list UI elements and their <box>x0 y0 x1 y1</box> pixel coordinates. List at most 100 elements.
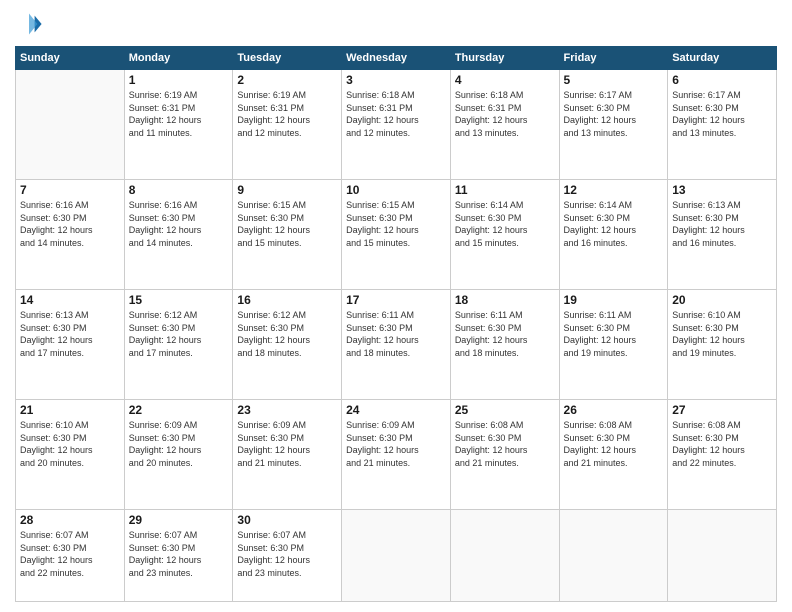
calendar-cell: 2Sunrise: 6:19 AMSunset: 6:31 PMDaylight… <box>233 70 342 180</box>
day-info: Sunrise: 6:12 AMSunset: 6:30 PMDaylight:… <box>237 309 337 359</box>
day-number: 18 <box>455 293 555 307</box>
day-info: Sunrise: 6:10 AMSunset: 6:30 PMDaylight:… <box>672 309 772 359</box>
day-number: 12 <box>564 183 664 197</box>
calendar-cell: 21Sunrise: 6:10 AMSunset: 6:30 PMDayligh… <box>16 400 125 510</box>
day-info: Sunrise: 6:11 AMSunset: 6:30 PMDaylight:… <box>455 309 555 359</box>
day-number: 14 <box>20 293 120 307</box>
calendar-cell: 17Sunrise: 6:11 AMSunset: 6:30 PMDayligh… <box>342 290 451 400</box>
calendar-cell: 11 Sunrise: 6:14 AMSunset: 6:30 PMDayligh… <box>450 180 559 290</box>
calendar-cell <box>450 510 559 602</box>
header <box>15 10 777 38</box>
day-number: 16 <box>237 293 337 307</box>
day-info: Sunrise: 6:16 AMSunset: 6:30 PMDaylight:… <box>129 199 229 249</box>
day-info: Sunrise: 6:07 AMSunset: 6:30 PMDaylight:… <box>20 529 120 579</box>
day-info: Sunrise: 6:07 AMSunset: 6:30 PMDaylight:… <box>237 529 337 579</box>
day-number: 4 <box>455 73 555 87</box>
weekday-header-wednesday: Wednesday <box>342 47 451 70</box>
day-info: Sunrise: 6:15 AMSunset: 6:30 PMDaylight:… <box>346 199 446 249</box>
day-info: Sunrise: 6:11 AMSunset: 6:30 PMDaylight:… <box>346 309 446 359</box>
weekday-header-row: SundayMondayTuesdayWednesdayThursdayFrid… <box>16 47 777 70</box>
day-info: Sunrise: 6:14 AMSunset: 6:30 PMDaylight:… <box>455 199 555 249</box>
weekday-header-tuesday: Tuesday <box>233 47 342 70</box>
day-info: Sunrise: 6:17 AMSunset: 6:30 PMDaylight:… <box>672 89 772 139</box>
calendar-cell: 19 Sunrise: 6:11 AMSunset: 6:30 PMDayligh… <box>559 290 668 400</box>
day-info: Sunrise: 6:18 AMSunset: 6:31 PMDaylight:… <box>455 89 555 139</box>
day-info: Sunrise: 6:08 AMSunset: 6:30 PMDaylight:… <box>564 419 664 469</box>
calendar-cell: 3 Sunrise: 6:18 AMSunset: 6:31 PMDaylight… <box>342 70 451 180</box>
day-number: 29 <box>129 513 229 527</box>
weekday-header-sunday: Sunday <box>16 47 125 70</box>
day-info: Sunrise: 6:13 AMSunset: 6:30 PMDaylight:… <box>20 309 120 359</box>
calendar-cell: 8 Sunrise: 6:16 AMSunset: 6:30 PMDaylight… <box>124 180 233 290</box>
day-number: 19 <box>564 293 664 307</box>
calendar-cell: 1Sunrise: 6:19 AMSunset: 6:31 PMDaylight… <box>124 70 233 180</box>
calendar-cell: 10 Sunrise: 6:15 AMSunset: 6:30 PMDayligh… <box>342 180 451 290</box>
week-row-5: 28 Sunrise: 6:07 AMSunset: 6:30 PMDayligh… <box>16 510 777 602</box>
calendar-cell: 28 Sunrise: 6:07 AMSunset: 6:30 PMDayligh… <box>16 510 125 602</box>
calendar-cell: 27 Sunrise: 6:08 AMSunset: 6:30 PMDayligh… <box>668 400 777 510</box>
calendar-cell <box>668 510 777 602</box>
calendar-cell: 16 Sunrise: 6:12 AMSunset: 6:30 PMDayligh… <box>233 290 342 400</box>
calendar-cell: 24Sunrise: 6:09 AMSunset: 6:30 PMDayligh… <box>342 400 451 510</box>
day-info: Sunrise: 6:17 AMSunset: 6:30 PMDaylight:… <box>564 89 664 139</box>
calendar-cell: 15 Sunrise: 6:12 AMSunset: 6:30 PMDayligh… <box>124 290 233 400</box>
day-number: 11 <box>455 183 555 197</box>
day-number: 15 <box>129 293 229 307</box>
day-info: Sunrise: 6:11 AMSunset: 6:30 PMDaylight:… <box>564 309 664 359</box>
day-number: 25 <box>455 403 555 417</box>
day-info: Sunrise: 6:14 AMSunset: 6:30 PMDaylight:… <box>564 199 664 249</box>
day-info: Sunrise: 6:13 AMSunset: 6:30 PMDaylight:… <box>672 199 772 249</box>
day-number: 1 <box>129 73 229 87</box>
weekday-header-thursday: Thursday <box>450 47 559 70</box>
calendar-cell: 25 Sunrise: 6:08 AMSunset: 6:30 PMDayligh… <box>450 400 559 510</box>
calendar-cell: 6 Sunrise: 6:17 AMSunset: 6:30 PMDaylight… <box>668 70 777 180</box>
calendar-cell: 29 Sunrise: 6:07 AMSunset: 6:30 PMDayligh… <box>124 510 233 602</box>
day-number: 6 <box>672 73 772 87</box>
day-number: 30 <box>237 513 337 527</box>
calendar-cell: 20 Sunrise: 6:10 AMSunset: 6:30 PMDayligh… <box>668 290 777 400</box>
calendar-cell: 18 Sunrise: 6:11 AMSunset: 6:30 PMDayligh… <box>450 290 559 400</box>
calendar-cell: 9 Sunrise: 6:15 AMSunset: 6:30 PMDaylight… <box>233 180 342 290</box>
calendar-cell: 14 Sunrise: 6:13 AMSunset: 6:30 PMDayligh… <box>16 290 125 400</box>
day-number: 26 <box>564 403 664 417</box>
day-info: Sunrise: 6:08 AMSunset: 6:30 PMDaylight:… <box>455 419 555 469</box>
weekday-header-monday: Monday <box>124 47 233 70</box>
weekday-header-friday: Friday <box>559 47 668 70</box>
day-info: Sunrise: 6:19 AMSunset: 6:31 PMDaylight:… <box>237 89 337 139</box>
calendar-cell: 5Sunrise: 6:17 AMSunset: 6:30 PMDaylight… <box>559 70 668 180</box>
day-info: Sunrise: 6:12 AMSunset: 6:30 PMDaylight:… <box>129 309 229 359</box>
calendar-cell <box>559 510 668 602</box>
calendar-cell: 7Sunrise: 6:16 AMSunset: 6:30 PMDaylight… <box>16 180 125 290</box>
day-number: 27 <box>672 403 772 417</box>
page: SundayMondayTuesdayWednesdayThursdayFrid… <box>0 0 792 612</box>
calendar-cell: 12 Sunrise: 6:14 AMSunset: 6:30 PMDayligh… <box>559 180 668 290</box>
week-row-1: 1 Sunrise: 6:19 AMSunset: 6:31 PMDaylight… <box>16 70 777 180</box>
day-info: Sunrise: 6:16 AMSunset: 6:30 PMDaylight:… <box>20 199 120 249</box>
day-info: Sunrise: 6:08 AMSunset: 6:30 PMDaylight:… <box>672 419 772 469</box>
day-info: Sunrise: 6:18 AMSunset: 6:31 PMDaylight:… <box>346 89 446 139</box>
calendar-cell: 4 Sunrise: 6:18 AMSunset: 6:31 PMDaylight… <box>450 70 559 180</box>
calendar-cell <box>342 510 451 602</box>
day-number: 23 <box>237 403 337 417</box>
calendar-cell: 26 Sunrise: 6:08 AMSunset: 6:30 PMDayligh… <box>559 400 668 510</box>
logo-icon <box>15 10 43 38</box>
day-number: 13 <box>672 183 772 197</box>
day-number: 24 <box>346 403 446 417</box>
week-row-4: 21Sunrise: 6:10 AMSunset: 6:30 PMDayligh… <box>16 400 777 510</box>
day-info: Sunrise: 6:07 AMSunset: 6:30 PMDaylight:… <box>129 529 229 579</box>
day-number: 3 <box>346 73 446 87</box>
day-number: 22 <box>129 403 229 417</box>
day-info: Sunrise: 6:15 AMSunset: 6:30 PMDaylight:… <box>237 199 337 249</box>
calendar-cell: 23 Sunrise: 6:09 AMSunset: 6:30 PMDayligh… <box>233 400 342 510</box>
logo <box>15 10 47 38</box>
day-number: 9 <box>237 183 337 197</box>
weekday-header-saturday: Saturday <box>668 47 777 70</box>
day-info: Sunrise: 6:09 AMSunset: 6:30 PMDaylight:… <box>129 419 229 469</box>
day-number: 20 <box>672 293 772 307</box>
calendar-cell <box>16 70 125 180</box>
day-number: 8 <box>129 183 229 197</box>
day-info: Sunrise: 6:09 AMSunset: 6:30 PMDaylight:… <box>237 419 337 469</box>
day-number: 21 <box>20 403 120 417</box>
day-number: 28 <box>20 513 120 527</box>
day-number: 10 <box>346 183 446 197</box>
